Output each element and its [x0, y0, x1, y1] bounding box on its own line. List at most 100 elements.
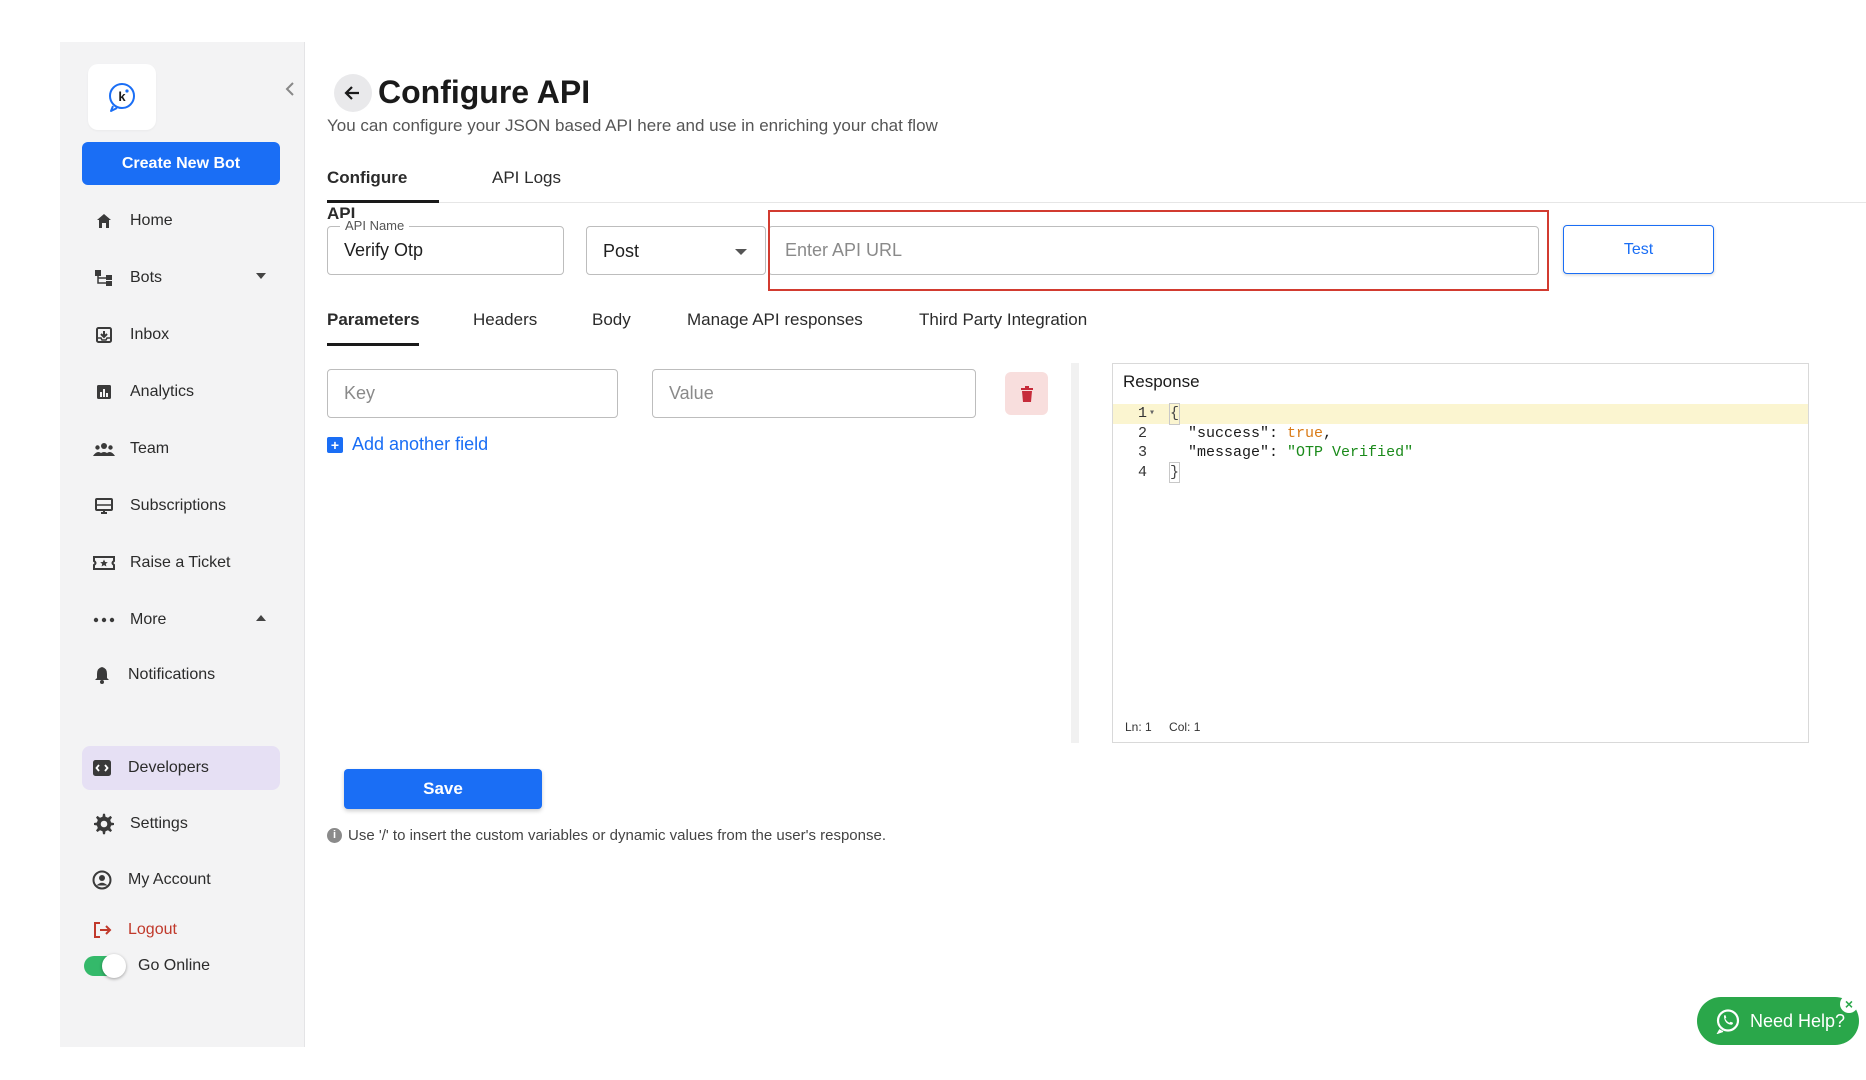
code-value: "OTP Verified" [1287, 444, 1414, 461]
sidebar-item-inbox[interactable]: Inbox [82, 313, 280, 357]
code-line: 1 ▾ { [1113, 403, 1808, 425]
sidebar-item-label: More [130, 611, 167, 628]
page-title: Configure API [378, 74, 591, 110]
team-icon [92, 437, 116, 461]
sidebar-item-more[interactable]: More [82, 598, 280, 642]
sidebar-item-home[interactable]: Home [82, 199, 280, 243]
back-button[interactable] [334, 74, 372, 112]
response-panel: Response 1 ▾ { 2 "success": true, 3 "mes… [1112, 363, 1809, 743]
home-icon [92, 209, 116, 233]
code-line: 2 "success": true, [1113, 424, 1808, 444]
chat-logo-icon: k [109, 83, 135, 112]
collapse-sidebar-button[interactable] [281, 80, 299, 102]
more-icon [92, 608, 116, 632]
close-icon[interactable]: × [1840, 995, 1858, 1013]
info-icon: i [327, 828, 342, 843]
sidebar: k Create New Bot Home Bots Inbox Analyti… [60, 42, 305, 1047]
code-value: true [1287, 424, 1324, 442]
url-highlight-box [768, 210, 1549, 291]
top-tabs: Configure API API Logs [327, 160, 1866, 223]
tab-body[interactable]: Body [592, 302, 631, 346]
save-button[interactable]: Save [344, 769, 542, 809]
bell-icon [90, 663, 114, 687]
param-key-input[interactable] [328, 370, 617, 417]
test-button[interactable]: Test [1563, 225, 1714, 274]
plus-icon: + [327, 436, 343, 453]
sidebar-item-label: Home [130, 212, 173, 229]
go-online-toggle[interactable] [84, 954, 126, 978]
svg-text:k: k [118, 89, 126, 104]
code-brace: } [1168, 461, 1181, 483]
sidebar-item-logout[interactable]: Logout [82, 908, 280, 952]
fold-caret-icon[interactable]: ▾ [1149, 404, 1155, 424]
add-another-field-label: Add another field [352, 434, 489, 454]
add-another-field-button[interactable]: + Add another field [327, 434, 488, 455]
trash-icon [1020, 385, 1033, 402]
code-key: "message" [1188, 444, 1270, 461]
chevron-down-icon [256, 273, 266, 279]
tab-manage-api-responses[interactable]: Manage API responses [687, 302, 863, 346]
code-icon [90, 756, 114, 780]
chevron-left-icon [285, 82, 294, 96]
whatsapp-icon [1716, 1009, 1740, 1034]
sidebar-item-settings[interactable]: Settings [82, 802, 280, 846]
gear-icon [92, 812, 116, 836]
sidebar-item-notifications[interactable]: Notifications [82, 653, 280, 697]
tab-headers[interactable]: Headers [473, 302, 537, 346]
subscriptions-icon [92, 494, 116, 518]
hint-label: Use '/' to insert the custom variables o… [348, 827, 886, 844]
account-icon [90, 868, 114, 892]
sidebar-item-label: Bots [130, 269, 163, 286]
sidebar-item-analytics[interactable]: Analytics [82, 370, 280, 414]
method-select[interactable]: Post [586, 226, 766, 275]
sidebar-item-label: Settings [130, 815, 188, 832]
sidebar-item-label: Inbox [130, 326, 170, 343]
code-line: 4 } [1113, 461, 1808, 483]
need-help-button[interactable]: Need Help? [1697, 997, 1859, 1045]
sidebar-item-label: Developers [128, 759, 209, 776]
code-line: 3 "message": "OTP Verified" [1113, 443, 1808, 463]
sidebar-item-bots[interactable]: Bots [82, 256, 280, 300]
tab-configure-api[interactable]: Configure API [327, 160, 439, 223]
tab-api-logs[interactable]: API Logs [492, 160, 561, 203]
hint-text: i Use '/' to insert the custom variables… [327, 827, 886, 844]
response-title: Response [1123, 372, 1200, 391]
tab-parameters[interactable]: Parameters [327, 302, 420, 346]
sidebar-item-raise-ticket[interactable]: Raise a Ticket [82, 541, 280, 585]
inbox-icon [92, 323, 116, 347]
create-new-bot-button[interactable]: Create New Bot [82, 142, 280, 185]
param-key-field [327, 369, 618, 418]
bots-icon [92, 266, 116, 290]
analytics-icon [92, 380, 116, 404]
editor-status-bar: Ln: 1 Col: 1 [1125, 720, 1214, 734]
sidebar-item-label: Logout [128, 921, 177, 938]
toggle-knob [102, 954, 126, 978]
chevron-up-icon [256, 615, 266, 621]
response-code-editor[interactable]: 1 ▾ { 2 "success": true, 3 "message": "O… [1113, 403, 1808, 483]
method-value: Post [603, 241, 640, 261]
status-line: Ln: 1 [1125, 720, 1152, 734]
sidebar-item-label: Notifications [128, 666, 216, 683]
sidebar-item-label: Raise a Ticket [130, 554, 231, 571]
line-number: 4 [1137, 463, 1147, 481]
delete-param-button[interactable] [1005, 372, 1048, 415]
line-number: 2 [1137, 424, 1147, 442]
code-key: "success" [1188, 424, 1270, 442]
sidebar-item-team[interactable]: Team [82, 427, 280, 471]
page-subtitle: You can configure your JSON based API he… [327, 116, 938, 135]
logout-icon [90, 918, 114, 942]
app-logo[interactable]: k [88, 64, 156, 130]
ticket-icon [92, 551, 116, 575]
sidebar-item-my-account[interactable]: My Account [82, 858, 280, 902]
sidebar-item-subscriptions[interactable]: Subscriptions [82, 484, 280, 528]
api-name-input[interactable] [328, 227, 563, 274]
arrow-left-icon [344, 86, 359, 100]
line-number: 1 [1137, 405, 1147, 422]
sidebar-item-developers[interactable]: Developers [82, 746, 280, 790]
api-name-field: API Name [327, 218, 564, 275]
code-brace: { [1168, 403, 1181, 425]
tab-third-party-integration[interactable]: Third Party Integration [919, 302, 1087, 346]
param-value-input[interactable] [653, 370, 975, 417]
sidebar-item-label: Analytics [130, 383, 195, 400]
panel-divider[interactable] [1071, 363, 1079, 743]
